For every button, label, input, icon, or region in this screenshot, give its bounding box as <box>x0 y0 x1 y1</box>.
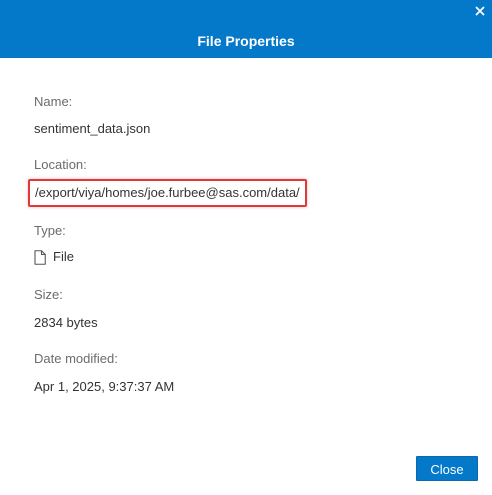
location-highlight-box: /export/viya/homes/joe.furbee@sas.com/da… <box>28 179 307 207</box>
file-properties-dialog: File Properties Name: sentiment_data.jso… <box>0 0 492 495</box>
type-label: Type: <box>34 223 66 238</box>
file-icon <box>34 249 46 265</box>
date-modified-value: Apr 1, 2025, 9:37:37 AM <box>34 379 175 394</box>
location-value: /export/viya/homes/joe.furbee@sas.com/da… <box>35 185 300 200</box>
type-value: File <box>53 249 74 264</box>
date-modified-label: Date modified: <box>34 351 118 366</box>
size-value: 2834 bytes <box>34 315 98 330</box>
dialog-title: File Properties <box>197 33 295 49</box>
close-icon[interactable] <box>473 4 487 18</box>
name-value: sentiment_data.json <box>34 121 151 136</box>
location-label: Location: <box>34 157 87 172</box>
size-label: Size: <box>34 287 63 302</box>
type-row: File <box>34 249 74 265</box>
dialog-header: File Properties <box>0 0 492 58</box>
name-label: Name: <box>34 94 73 109</box>
close-button[interactable]: Close <box>416 456 478 481</box>
